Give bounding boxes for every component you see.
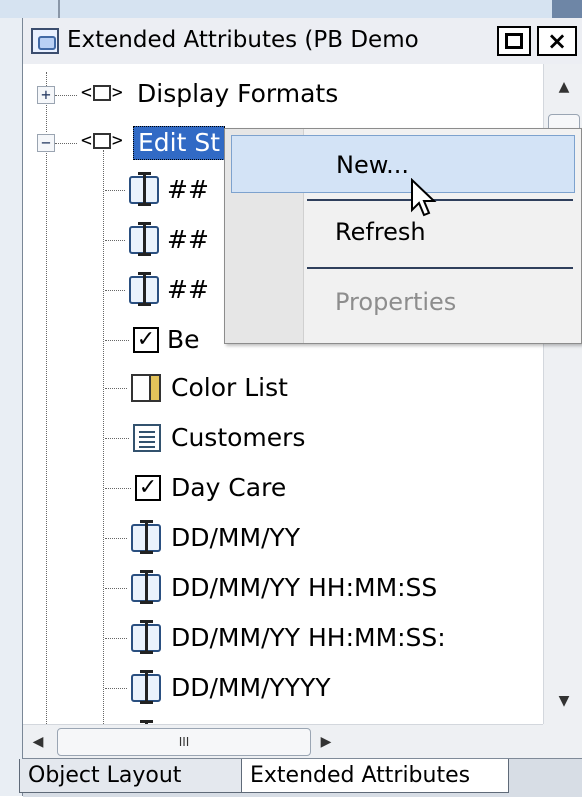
checkbox-icon: ✓ xyxy=(133,327,159,353)
tree-node-customers[interactable]: Customers xyxy=(171,422,305,454)
tree-line xyxy=(105,538,127,539)
edit-mask-icon xyxy=(129,172,159,206)
tree-line xyxy=(105,388,127,389)
edit-mask-icon xyxy=(131,670,161,704)
panel-title-bar[interactable]: Extended Attributes (PB Demo × xyxy=(23,18,582,65)
strip-divider xyxy=(58,0,60,18)
top-window-strip xyxy=(0,0,582,19)
scroll-left-arrow-icon[interactable]: ◀ xyxy=(23,725,53,759)
tree-node-item[interactable]: DD/MM/YY HH:MM:SS xyxy=(171,572,437,604)
tag-icon: < > xyxy=(81,130,123,151)
edit-mask-icon xyxy=(131,620,161,654)
tree-line xyxy=(103,150,104,724)
tree-line xyxy=(105,340,129,341)
tree-node-item[interactable]: ## xyxy=(167,224,209,256)
tag-icon: < > xyxy=(81,82,123,103)
tree-line xyxy=(105,688,127,689)
expand-toggle[interactable]: + xyxy=(37,86,55,104)
edit-mask-icon xyxy=(129,222,159,256)
tree-line xyxy=(105,190,125,191)
edit-mask-icon xyxy=(131,570,161,604)
scroll-up-arrow-icon[interactable]: ▲ xyxy=(544,70,582,104)
tree-node-item[interactable]: DD/MM/YY xyxy=(171,522,300,554)
close-button[interactable]: × xyxy=(537,26,577,56)
scroll-down-arrow-icon[interactable]: ▼ xyxy=(544,684,582,718)
tree-line xyxy=(55,143,77,144)
tree-line xyxy=(55,95,77,96)
menu-item-refresh[interactable]: Refresh xyxy=(231,203,575,261)
tree-node-item[interactable]: ## xyxy=(167,274,209,306)
tree-line xyxy=(105,240,125,241)
tree-line xyxy=(105,588,127,589)
mouse-pointer-icon xyxy=(411,178,437,217)
tree-node-edit-styles[interactable]: Edit St xyxy=(133,126,226,160)
tab-object-layout[interactable]: Object Layout xyxy=(19,759,243,793)
menu-item-new[interactable]: New... xyxy=(231,135,575,193)
scroll-right-arrow-icon[interactable]: ▶ xyxy=(311,725,341,759)
tree-line xyxy=(105,638,127,639)
collapse-toggle[interactable]: − xyxy=(37,134,55,152)
scrollbar-corner xyxy=(543,724,582,758)
menu-separator xyxy=(307,267,573,269)
tree-node-color-list[interactable]: Color List xyxy=(171,372,288,404)
panel-tab-strip: Object Layout Extended Attributes xyxy=(19,758,582,797)
horizontal-scrollbar[interactable]: ◀ III ▶ xyxy=(23,724,543,759)
maximize-icon xyxy=(505,33,523,49)
checkbox-icon: ✓ xyxy=(135,475,161,501)
color-list-icon xyxy=(131,374,161,402)
tree-node-item[interactable]: Be xyxy=(167,324,200,356)
horizontal-scroll-thumb[interactable]: III xyxy=(57,728,311,756)
list-icon xyxy=(133,424,161,452)
edit-mask-icon xyxy=(129,272,159,306)
tree-node-day-care[interactable]: Day Care xyxy=(171,472,286,504)
edit-mask-icon xyxy=(131,520,161,554)
tree-line xyxy=(105,290,125,291)
tree-node-item[interactable]: DD/MM/YY HH:MM:SS: xyxy=(171,622,446,654)
tree-node-item[interactable]: ## xyxy=(167,174,209,206)
menu-item-properties: Properties xyxy=(335,288,457,316)
tree-line xyxy=(46,142,47,724)
tree-node-item[interactable]: DD/MM/YYYY xyxy=(171,672,331,704)
left-frame xyxy=(0,18,23,796)
strip-edge xyxy=(552,0,582,18)
painter-icon xyxy=(31,28,59,54)
maximize-button[interactable] xyxy=(497,26,531,56)
tree-line xyxy=(105,488,131,489)
tab-extended-attributes[interactable]: Extended Attributes xyxy=(241,759,509,793)
panel-title: Extended Attributes (PB Demo xyxy=(67,27,419,53)
tree-line xyxy=(105,438,129,439)
context-menu: New... Refresh Properties xyxy=(224,128,582,344)
tree-node-display-formats[interactable]: Display Formats xyxy=(137,78,338,110)
